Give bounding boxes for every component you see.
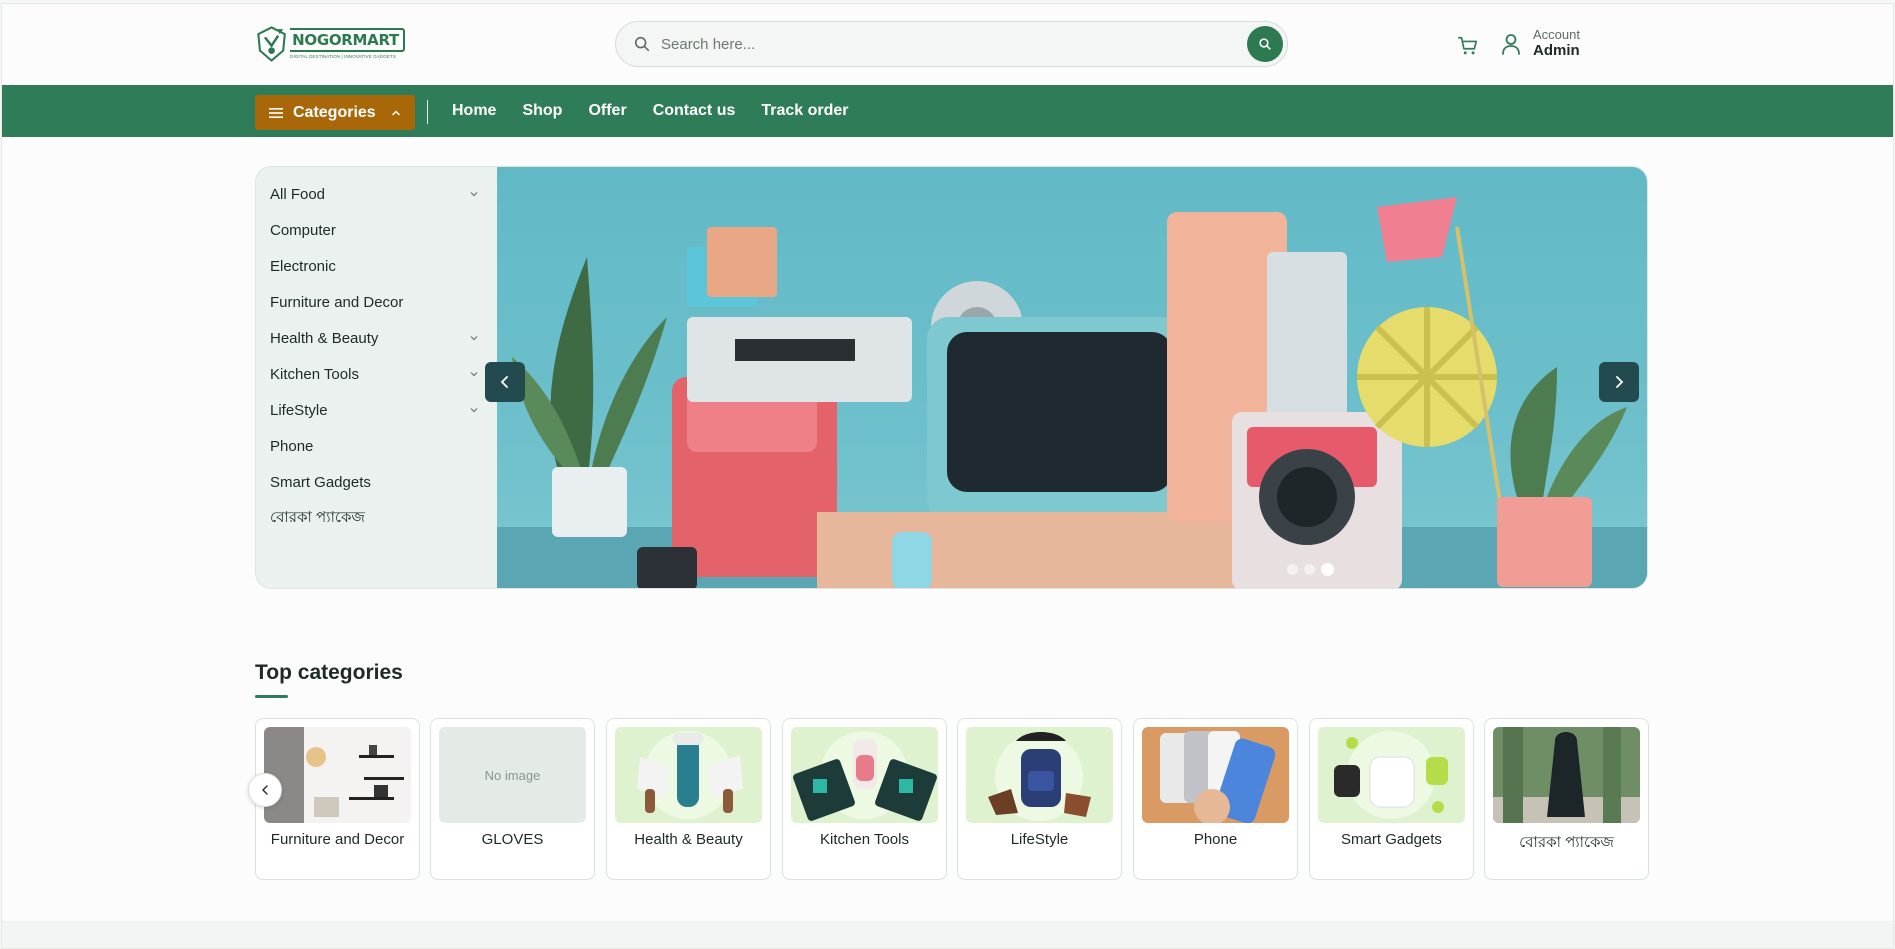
chevron-up-icon (392, 109, 400, 115)
sidebar-item-label: LifeStyle (270, 401, 328, 419)
slider-prev-button[interactable] (485, 362, 525, 402)
slider-dot-3[interactable] (1321, 563, 1334, 576)
nav-link-home[interactable]: Home (452, 102, 496, 120)
footer-strip (2, 921, 1893, 948)
nav-link-track-order[interactable]: Track order (761, 102, 848, 120)
category-image-furniture (264, 727, 411, 823)
nav-link-shop[interactable]: Shop (522, 102, 562, 120)
category-name: Phone (1193, 831, 1238, 848)
hero-section: All Food Computer Electronic Furniture a… (255, 166, 1648, 589)
nav-links: Home Shop Offer Contact us Track order (452, 85, 875, 137)
category-name: Kitchen Tools (820, 831, 909, 848)
sidebar-item-health-beauty[interactable]: Health & Beauty (256, 320, 497, 356)
section-underline (255, 695, 288, 698)
sidebar-item-label: Computer (270, 221, 336, 239)
page: NOGORMART DIGITAL DESTINATION | INNOVATI… (1, 3, 1894, 949)
category-name: Furniture and Decor (270, 831, 405, 848)
category-name: GLOVES (481, 831, 544, 848)
nav-link-contact[interactable]: Contact us (653, 102, 736, 120)
account-label: Account (1533, 27, 1580, 42)
menu-icon (269, 107, 283, 118)
logo-tagline: DIGITAL DESTINATION | INNOVATIVE GADGETS (290, 54, 396, 59)
category-image-placeholder: No image (439, 727, 586, 823)
category-image-smart-gadgets (1318, 727, 1465, 823)
search-input[interactable] (661, 35, 1247, 53)
category-name: বোরকা প্যাকেজ (1519, 834, 1614, 851)
header: NOGORMART DIGITAL DESTINATION | INNOVATI… (2, 4, 1893, 85)
account-name: Admin (1533, 42, 1580, 59)
sidebar-item-label: Kitchen Tools (270, 365, 359, 383)
category-name: Smart Gadgets (1341, 831, 1442, 848)
main-nav: Categories Home Shop Offer Contact us Tr… (2, 85, 1893, 137)
nav-link-offer[interactable]: Offer (588, 102, 626, 120)
sidebar-item-furniture[interactable]: Furniture and Decor (256, 284, 497, 320)
sidebar-item-label: Electronic (270, 257, 336, 275)
sidebar-item-kitchen-tools[interactable]: Kitchen Tools (256, 356, 497, 392)
chevron-right-icon (1616, 376, 1624, 388)
sidebar-item-borka-package[interactable]: বোরকা প্যাকেজ (256, 500, 497, 536)
category-card-borka-package[interactable]: বোরকা প্যাকেজ (1484, 718, 1649, 880)
chevron-down-icon (470, 408, 478, 413)
sidebar-item-label: Furniture and Decor (270, 293, 404, 311)
category-sidebar: All Food Computer Electronic Furniture a… (256, 167, 497, 588)
categories-label: Categories (293, 103, 376, 121)
category-image-lifestyle (966, 727, 1113, 823)
sidebar-item-label: Phone (270, 437, 314, 455)
no-image-text: No image (484, 767, 541, 783)
slider-dots (1287, 563, 1334, 576)
sidebar-item-label: All Food (270, 185, 326, 203)
search-button-icon (1259, 38, 1271, 50)
search-bar (615, 21, 1288, 67)
chevron-down-icon (470, 336, 478, 341)
category-card-smart-gadgets[interactable]: Smart Gadgets (1309, 718, 1474, 880)
sidebar-item-smart-gadgets[interactable]: Smart Gadgets (256, 464, 497, 500)
sidebar-item-lifestyle[interactable]: LifeStyle (256, 392, 497, 428)
sidebar-item-label: Health & Beauty (270, 329, 379, 347)
slider-next-button[interactable] (1599, 362, 1639, 402)
category-card-lifestyle[interactable]: LifeStyle (957, 718, 1122, 880)
slider-dot-1[interactable] (1287, 564, 1298, 575)
category-card-gloves[interactable]: No image GLOVES (430, 718, 595, 880)
logo-name: NOGORMART (290, 28, 405, 52)
category-image-phone (1142, 727, 1289, 823)
cart-icon[interactable] (1457, 35, 1479, 57)
sidebar-item-label: Smart Gadgets (270, 473, 371, 491)
account-menu[interactable]: Account Admin (1501, 28, 1580, 60)
search-icon (634, 36, 650, 52)
chevron-left-icon (261, 785, 268, 795)
nav-divider (427, 100, 428, 124)
section-title-top-categories: Top categories (255, 661, 403, 684)
logo-badge-icon (257, 25, 286, 62)
category-card-furniture[interactable]: Furniture and Decor (255, 718, 420, 880)
search-button[interactable] (1247, 26, 1283, 62)
slider-dot-2[interactable] (1304, 564, 1315, 575)
chevron-down-icon (470, 372, 478, 377)
category-name: Health & Beauty (634, 831, 743, 848)
logo[interactable]: NOGORMART DIGITAL DESTINATION | INNOVATI… (255, 20, 405, 67)
category-card-phone[interactable]: Phone (1133, 718, 1298, 880)
sidebar-item-all-food[interactable]: All Food (256, 176, 497, 212)
hero-slider[interactable] (497, 167, 1647, 588)
categories-button[interactable]: Categories (255, 95, 415, 130)
sidebar-item-computer[interactable]: Computer (256, 212, 497, 248)
category-card-health-beauty[interactable]: Health & Beauty (606, 718, 771, 880)
user-icon (1502, 34, 1520, 55)
sidebar-item-phone[interactable]: Phone (256, 428, 497, 464)
chevron-down-icon (470, 192, 478, 197)
chevron-left-icon (500, 376, 508, 388)
sidebar-item-label: বোরকা প্যাকেজ (270, 508, 365, 526)
category-image-borka-package (1493, 727, 1640, 823)
category-image-kitchen-tools (791, 727, 938, 823)
category-card-kitchen-tools[interactable]: Kitchen Tools (782, 718, 947, 880)
sidebar-item-electronic[interactable]: Electronic (256, 248, 497, 284)
category-name: LifeStyle (1010, 831, 1069, 848)
categories-prev-button[interactable] (248, 773, 282, 807)
hero-banner-image (497, 197, 1647, 588)
category-image-health-beauty (615, 727, 762, 823)
